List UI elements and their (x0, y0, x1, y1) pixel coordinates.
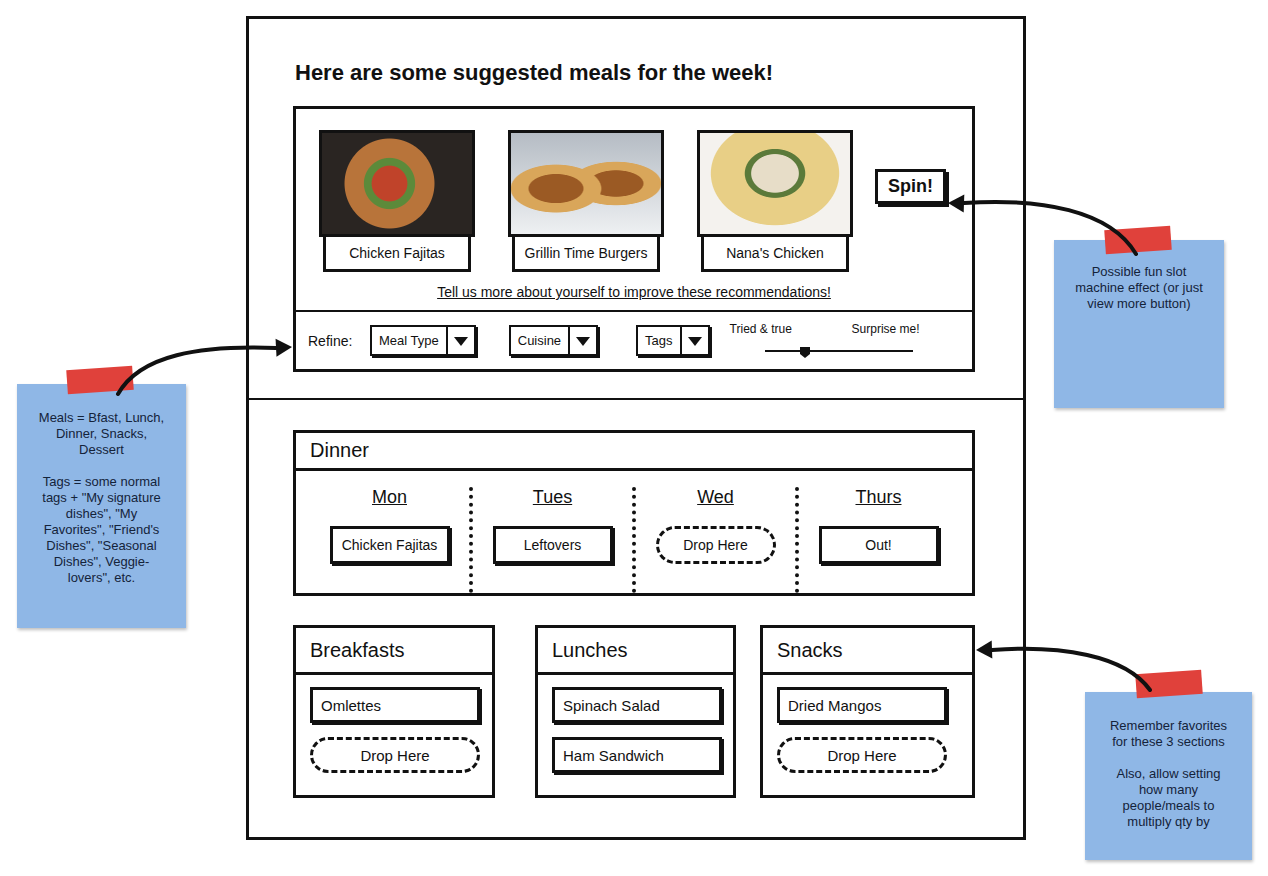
refine-bar: Refine:Meal Type Cuisine Tags Tried & true S… (296, 312, 972, 369)
tape-strip (66, 366, 134, 395)
day-name: Thurs (855, 487, 901, 508)
meal-name: Nana's Chicken (701, 237, 849, 272)
dropdown-arrow[interactable] (680, 327, 708, 354)
note-text: Remember favorites for these 3 sections (1103, 718, 1234, 750)
slider-thumb[interactable] (800, 344, 810, 355)
filter-dropdown[interactable]: Tags (636, 325, 709, 356)
improve-link[interactable]: Tell us more about yourself to improve t… (296, 284, 972, 300)
dropdown-label: Cuisine (511, 327, 568, 354)
meal-photo (508, 130, 664, 237)
variety-slider[interactable]: Tried & true Surprise me! (730, 322, 920, 352)
dropdown-label: Tags (638, 327, 679, 354)
meal-name: Chicken Fajitas (323, 237, 471, 272)
slider-max-label: Surprise me! (852, 322, 920, 336)
meal-slot[interactable]: Leftovers (493, 526, 613, 564)
slider-labels: Tried & true Surprise me! (730, 322, 920, 336)
section-items: Spinach Salad Ham Sandwich (538, 675, 733, 773)
meal-slot[interactable]: Out! (819, 526, 939, 564)
meal-slot[interactable]: Chicken Fajitas (330, 526, 450, 564)
dropdown-arrow[interactable] (568, 327, 596, 354)
day-column: Wed Drop Here (632, 487, 795, 593)
planner-section: Dinner Mon Chicken Fajitas Tues Leftovers Wed… (249, 400, 1023, 798)
sticky-note: Possible fun slot machine effect (or jus… (1054, 240, 1224, 408)
filter-dropdown[interactable]: Meal Type (370, 325, 476, 356)
slider-thumb-icon (800, 347, 810, 358)
meal-section: Lunches Spinach Salad Ham Sandwich (535, 625, 736, 798)
meal-card[interactable]: Grillin Time Burgers (508, 130, 664, 272)
note-text: Also, allow setting how many people/meal… (1103, 766, 1234, 830)
suggestions-area: Chicken Fajitas Grillin Time Burgers Nana'… (296, 109, 972, 312)
suggestions-section: Here are some suggested meals for the we… (249, 19, 1023, 398)
meal-card[interactable]: Nana's Chicken (697, 130, 853, 272)
meal-photo (319, 130, 475, 237)
page-title: Here are some suggested meals for the we… (295, 59, 1023, 87)
day-name: Tues (533, 487, 572, 508)
note-text: Possible fun slot machine effect (or jus… (1072, 264, 1206, 312)
refine-label: Refine: (308, 333, 370, 349)
suggestions-panel: Chicken Fajitas Grillin Time Burgers Nana'… (293, 106, 975, 372)
section-title: Breakfasts (296, 628, 492, 675)
day-name: Mon (372, 487, 407, 508)
section-divider (249, 398, 1023, 400)
dinner-title: Dinner (296, 433, 972, 471)
drop-zone[interactable]: Drop Here (656, 526, 776, 564)
dropdown-arrow-icon (688, 336, 702, 346)
tape-strip (1135, 670, 1203, 699)
day-name: Wed (697, 487, 734, 508)
meal-item[interactable]: Omlettes (310, 687, 480, 723)
section-items: Omlettes Drop Here (296, 675, 492, 773)
spin-button[interactable]: Spin! (875, 169, 946, 204)
day-column: Thurs Out! (795, 487, 958, 593)
day-column: Tues Leftovers (469, 487, 632, 593)
section-title: Snacks (763, 628, 972, 675)
sticky-note: Meals = Bfast, Lunch, Dinner, Snacks, De… (17, 384, 186, 628)
day-column: Mon Chicken Fajitas (310, 487, 469, 593)
note-text: Tags = some normal tags + "My signature … (35, 474, 168, 586)
section-items: Dried Mangos Drop Here (763, 675, 972, 773)
meal-card[interactable]: Chicken Fajitas (319, 130, 475, 272)
dinner-panel: Dinner Mon Chicken Fajitas Tues Leftovers Wed… (293, 430, 975, 596)
dropdown-arrow-icon (576, 336, 590, 346)
meal-section: Snacks Dried Mangos Drop Here (760, 625, 975, 798)
suggestion-cards: Chicken Fajitas Grillin Time Burgers Nana'… (296, 109, 972, 272)
section-title: Lunches (538, 628, 733, 675)
meal-item[interactable]: Spinach Salad (552, 687, 722, 723)
drop-zone[interactable]: Drop Here (310, 737, 480, 773)
slider-track[interactable] (765, 350, 913, 352)
dropdown-label: Meal Type (372, 327, 446, 354)
sticky-note: Remember favorites for these 3 sections A… (1085, 692, 1252, 860)
dropdown-arrow-icon (454, 336, 468, 346)
filter-dropdown[interactable]: Cuisine (509, 325, 598, 356)
dinner-days: Mon Chicken Fajitas Tues Leftovers Wed Drop H… (296, 471, 972, 593)
meal-item[interactable]: Dried Mangos (777, 687, 947, 723)
meal-name: Grillin Time Burgers (512, 237, 660, 272)
drop-zone[interactable]: Drop Here (777, 737, 947, 773)
meal-section: Breakfasts Omlettes Drop Here (293, 625, 495, 798)
meal-item[interactable]: Ham Sandwich (552, 737, 722, 773)
dropdown-arrow[interactable] (446, 327, 474, 354)
meal-sections: BreakfastsOmlettesDrop HereLunchesSpinac… (293, 625, 975, 798)
annotation-arrows (0, 0, 1268, 876)
slider-min-label: Tried & true (730, 322, 792, 336)
note-text: Meals = Bfast, Lunch, Dinner, Snacks, De… (35, 410, 168, 458)
wireframe-frame: Here are some suggested meals for the we… (246, 16, 1026, 840)
meal-photo (697, 130, 853, 237)
tape-strip (1104, 226, 1172, 255)
